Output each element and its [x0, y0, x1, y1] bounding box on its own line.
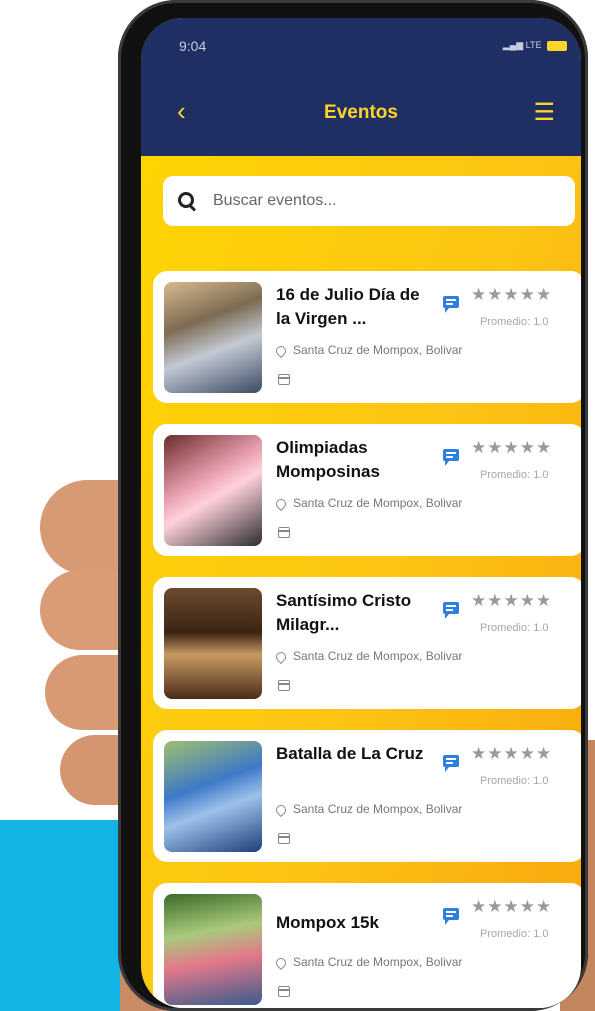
event-location-text: Santa Cruz de Mompox, Bolivar	[293, 343, 463, 357]
hamburger-menu-icon[interactable]: ☰	[533, 98, 555, 127]
battery-icon	[547, 40, 567, 51]
rating-stars[interactable]: ★★★★★	[471, 897, 552, 917]
search-input[interactable]	[211, 191, 555, 211]
signal-indicator: ▂▄▆ LTE	[503, 40, 567, 51]
event-card[interactable]: Olimpiadas Momposinas ★★★★★ Promedio: 1.…	[153, 424, 581, 556]
search-icon	[177, 191, 197, 212]
calendar-icon	[278, 527, 290, 538]
event-location: Santa Cruz de Mompox, Bolivar	[273, 343, 463, 358]
event-image	[164, 894, 262, 1005]
phone-screen: 9:04 ▂▄▆ LTE ‹ Eventos ☰ 16 de Julio Día…	[141, 18, 581, 1008]
event-location: Santa Cruz de Mompox, Bolivar	[273, 955, 463, 970]
event-card[interactable]: Mompox 15k ★★★★★ Promedio: 1.0 Santa Cru…	[153, 883, 581, 1008]
status-bar: 9:04 ▂▄▆ LTE	[141, 18, 581, 68]
comment-icon[interactable]	[443, 908, 459, 925]
rating-stars[interactable]: ★★★★★	[471, 744, 552, 764]
rating-average: Promedio: 1.0	[480, 775, 549, 787]
event-location-text: Santa Cruz de Mompox, Bolivar	[293, 802, 463, 816]
location-pin-icon	[273, 343, 289, 358]
event-title: Santísimo Cristo Milagr...	[276, 591, 412, 634]
location-pin-icon	[273, 496, 289, 511]
rating-stars[interactable]: ★★★★★	[471, 438, 552, 458]
event-location: Santa Cruz de Mompox, Bolivar	[273, 496, 463, 511]
event-card[interactable]: 16 de Julio Día de la Virgen ... ★★★★★ P…	[153, 271, 581, 403]
calendar-icon	[278, 986, 290, 997]
rating-average: Promedio: 1.0	[480, 469, 549, 481]
event-location: Santa Cruz de Mompox, Bolivar	[273, 802, 463, 817]
comment-icon[interactable]	[443, 602, 459, 619]
rating-stars[interactable]: ★★★★★	[471, 285, 552, 305]
calendar-icon	[278, 833, 290, 844]
event-location-text: Santa Cruz de Mompox, Bolivar	[293, 955, 463, 969]
event-title: Olimpiadas Momposinas	[276, 438, 380, 481]
page-title: Eventos	[324, 102, 398, 123]
event-location-text: Santa Cruz de Mompox, Bolivar	[293, 649, 463, 663]
rating-stars[interactable]: ★★★★★	[471, 591, 552, 611]
event-card[interactable]: Santísimo Cristo Milagr... ★★★★★ Promedi…	[153, 577, 581, 709]
event-image	[164, 435, 262, 546]
comment-icon[interactable]	[443, 449, 459, 466]
event-title: Batalla de La Cruz	[276, 744, 424, 763]
app-header: ‹ Eventos ☰	[141, 68, 581, 156]
comment-icon[interactable]	[443, 296, 459, 313]
signal-bars-icon: ▂▄▆	[502, 40, 524, 50]
event-image	[164, 282, 262, 393]
event-image	[164, 741, 262, 852]
event-title: 16 de Julio Día de la Virgen ...	[276, 285, 420, 328]
network-label: LTE	[525, 40, 542, 50]
location-pin-icon	[273, 955, 289, 970]
event-location: Santa Cruz de Mompox, Bolivar	[273, 649, 463, 664]
event-title: Mompox 15k	[276, 913, 379, 932]
event-image	[164, 588, 262, 699]
calendar-icon	[278, 374, 290, 385]
location-pin-icon	[273, 649, 289, 664]
search-bar	[163, 176, 575, 226]
event-card[interactable]: Batalla de La Cruz ★★★★★ Promedio: 1.0 S…	[153, 730, 581, 862]
calendar-icon	[278, 680, 290, 691]
status-time: 9:04	[179, 38, 207, 54]
rating-average: Promedio: 1.0	[480, 316, 549, 328]
rating-average: Promedio: 1.0	[480, 928, 549, 940]
comment-icon[interactable]	[443, 755, 459, 772]
event-location-text: Santa Cruz de Mompox, Bolivar	[293, 496, 463, 510]
rating-average: Promedio: 1.0	[480, 622, 549, 634]
location-pin-icon	[273, 802, 289, 817]
